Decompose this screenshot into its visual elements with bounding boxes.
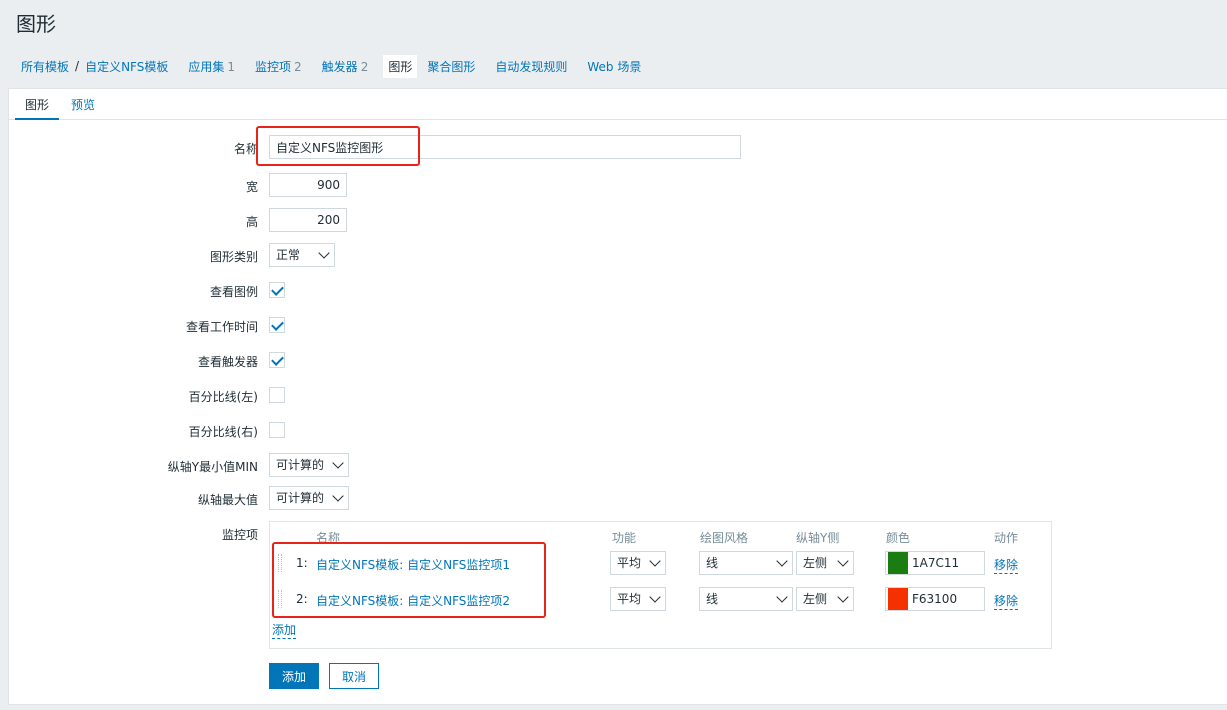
- show-triggers-row: 查看触发器: [9, 348, 1227, 374]
- ymin-select[interactable]: 可计算的: [269, 453, 349, 477]
- width-row: 宽: [9, 173, 1227, 199]
- drag-handle-icon[interactable]: [278, 554, 282, 572]
- color-swatch[interactable]: [888, 552, 908, 574]
- width-label: 宽: [245, 180, 258, 194]
- col-draw-style: 绘图风格: [700, 531, 749, 545]
- show-legend-label: 查看图例: [209, 285, 258, 299]
- chevron-down-icon: [776, 591, 788, 603]
- item-name-link[interactable]: 自定义NFS模板: 自定义NFS监控项2: [316, 592, 510, 609]
- nav-discovery[interactable]: 自动发现规则: [495, 58, 567, 75]
- table-row: 1: 自定义NFS模板: 自定义NFS监控项1 平均 线 左侧 1A7C11 移…: [270, 550, 1051, 576]
- show-legend-checkbox[interactable]: [269, 282, 285, 298]
- drag-handle-icon[interactable]: [278, 590, 282, 608]
- percentile-left-label: 百分比线(左): [188, 390, 258, 404]
- breadcrumb-template[interactable]: 自定义NFS模板: [85, 58, 168, 75]
- show-working-time-row: 查看工作时间: [9, 313, 1227, 339]
- tab-bar: 图形 预览: [9, 89, 1227, 120]
- show-working-time-label: 查看工作时间: [185, 320, 258, 334]
- ymax-label: 纵轴最大值: [197, 493, 258, 507]
- breadcrumb-all-templates[interactable]: 所有模板: [21, 58, 69, 75]
- name-input[interactable]: [269, 135, 741, 159]
- add-item-link[interactable]: 添加: [272, 621, 297, 639]
- triggers-count: 2: [360, 59, 369, 74]
- ymin-label: 纵轴Y最小值MIN: [167, 460, 258, 474]
- nav-triggers[interactable]: 触发器 2: [322, 58, 369, 75]
- cancel-button[interactable]: 取消: [329, 663, 379, 689]
- col-action: 动作: [994, 531, 1019, 545]
- breadcrumb: 所有模板 / 自定义NFS模板 应用集 1 监控项 2 触发器 2 图形 聚合图形 自…: [0, 52, 1227, 80]
- show-working-time-checkbox[interactable]: [269, 317, 285, 333]
- function-select[interactable]: 平均: [610, 551, 666, 575]
- color-field[interactable]: 1A7C11: [885, 551, 985, 575]
- color-field[interactable]: F63100: [885, 587, 985, 611]
- graph-type-row: 图形类别 正常: [9, 243, 1227, 269]
- color-value: 1A7C11: [912, 556, 960, 570]
- show-legend-row: 查看图例: [9, 278, 1227, 304]
- nav-graphs[interactable]: 图形: [383, 54, 418, 78]
- col-color: 颜色: [886, 531, 911, 545]
- remove-link[interactable]: 移除: [994, 592, 1019, 610]
- col-y-axis-side: 纵轴Y侧: [796, 531, 840, 545]
- chevron-down-icon: [318, 247, 330, 259]
- nav-screens[interactable]: 聚合图形: [427, 58, 475, 75]
- draw-style-select[interactable]: 线: [699, 587, 793, 611]
- color-swatch[interactable]: [888, 588, 908, 610]
- draw-style-select[interactable]: 线: [699, 551, 793, 575]
- nav-items[interactable]: 监控项 2: [255, 58, 302, 75]
- y-side-select[interactable]: 左侧: [796, 587, 854, 611]
- tab-preview[interactable]: 预览: [71, 96, 95, 113]
- table-row: 2: 自定义NFS模板: 自定义NFS监控项2 平均 线 左侧 F63100 移…: [270, 586, 1051, 612]
- height-input[interactable]: [269, 208, 347, 232]
- add-button[interactable]: 添加: [269, 663, 319, 689]
- chevron-down-icon: [649, 591, 661, 603]
- nav-web-scenarios[interactable]: Web 场景: [587, 58, 641, 75]
- percentile-left-checkbox[interactable]: [269, 387, 285, 403]
- chevron-down-icon: [776, 555, 788, 567]
- applications-count: 1: [227, 59, 236, 74]
- breadcrumb-separator: /: [75, 59, 80, 73]
- ymax-select[interactable]: 可计算的: [269, 486, 349, 510]
- show-triggers-checkbox[interactable]: [269, 352, 285, 368]
- graph-type-label: 图形类别: [209, 250, 258, 264]
- items-label: 监控项: [221, 528, 258, 542]
- percentile-right-label: 百分比线(右): [188, 425, 258, 439]
- color-value: F63100: [912, 592, 958, 606]
- remove-link[interactable]: 移除: [994, 556, 1019, 574]
- function-select[interactable]: 平均: [610, 587, 666, 611]
- ymin-row: 纵轴Y最小值MIN 可计算的: [9, 453, 1227, 479]
- item-name-link[interactable]: 自定义NFS模板: 自定义NFS监控项1: [316, 556, 510, 573]
- show-triggers-label: 查看触发器: [197, 355, 258, 369]
- percentile-right-row: 百分比线(右): [9, 418, 1227, 444]
- y-side-select[interactable]: 左侧: [796, 551, 854, 575]
- col-function: 功能: [612, 531, 637, 545]
- chevron-down-icon: [837, 555, 849, 567]
- percentile-right-checkbox[interactable]: [269, 422, 285, 438]
- chevron-down-icon: [332, 490, 344, 502]
- height-row: 高: [9, 208, 1227, 234]
- items-count: 2: [294, 59, 302, 74]
- percentile-left-row: 百分比线(左): [9, 383, 1227, 409]
- page-header: 图形: [0, 0, 1227, 44]
- row-number: 2:: [296, 592, 308, 606]
- tab-graph[interactable]: 图形: [14, 96, 60, 120]
- chevron-down-icon: [837, 591, 849, 603]
- row-number: 1:: [296, 556, 308, 570]
- items-table: 名称 功能 绘图风格 纵轴Y侧 颜色 动作 1: 自定义NFS模板: 自定义NF…: [269, 521, 1052, 649]
- col-name: 名称: [316, 531, 341, 545]
- graph-type-select[interactable]: 正常: [269, 243, 335, 267]
- height-label: 高: [245, 215, 258, 229]
- chevron-down-icon: [649, 555, 661, 567]
- width-input[interactable]: [269, 173, 347, 197]
- graph-form-panel: 图形 预览 名称 宽 高 图形类别 正常 查看图例 查看工作时间 查看触发器 百…: [8, 88, 1227, 705]
- ymax-row: 纵轴最大值 可计算的: [9, 486, 1227, 512]
- nav-applications[interactable]: 应用集 1: [188, 58, 235, 75]
- page-title: 图形: [16, 12, 56, 36]
- name-label: 名称: [233, 142, 258, 156]
- name-row: 名称: [9, 135, 1227, 161]
- chevron-down-icon: [332, 457, 344, 469]
